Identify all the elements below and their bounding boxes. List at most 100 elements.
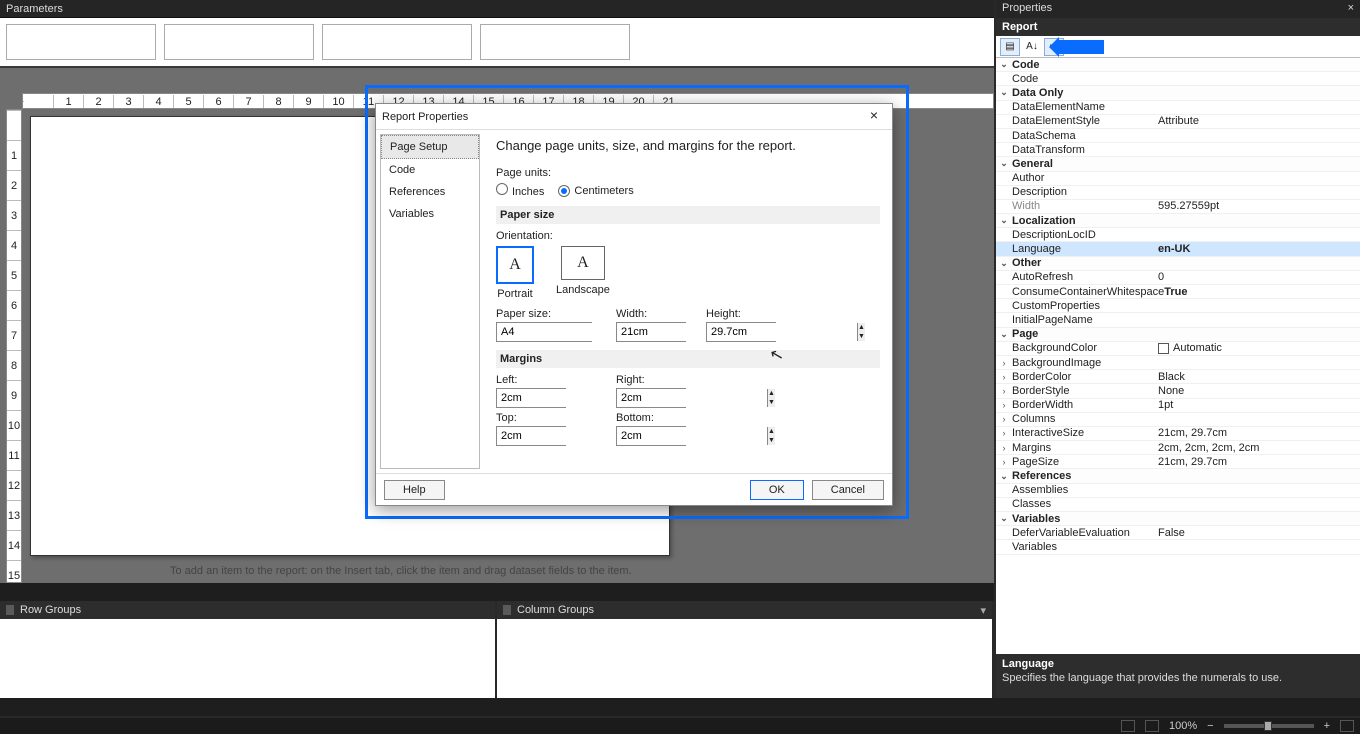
margin-right-input[interactable]	[617, 389, 767, 407]
width-spinner[interactable]: ▲▼	[616, 322, 686, 342]
spin-up-icon[interactable]: ▲	[858, 323, 865, 332]
status-icon[interactable]	[1121, 720, 1135, 732]
expand-icon[interactable]: ⌄	[998, 87, 1010, 98]
ok-button[interactable]: OK	[750, 480, 804, 500]
property-value[interactable]: None	[1158, 385, 1360, 397]
close-icon[interactable]: ×	[1348, 2, 1354, 16]
property-category[interactable]: ⌄References	[996, 469, 1360, 483]
property-category[interactable]: ⌄Other	[996, 257, 1360, 271]
property-row[interactable]: AutoRefresh0	[996, 271, 1360, 285]
margin-bottom-spinner[interactable]: ▲▼	[616, 426, 686, 446]
parameter-cell[interactable]	[480, 24, 630, 60]
property-row[interactable]: DescriptionLocID	[996, 228, 1360, 242]
height-spinner[interactable]: ▲▼	[706, 322, 776, 342]
margin-right-spinner[interactable]: ▲▼	[616, 388, 686, 408]
property-row[interactable]: ›BorderColorBlack	[996, 370, 1360, 384]
radio-inches[interactable]: Inches	[496, 183, 544, 198]
property-value[interactable]: True	[1164, 286, 1360, 298]
expand-icon[interactable]: ›	[998, 443, 1010, 453]
property-row[interactable]: Variables	[996, 540, 1360, 554]
expand-icon[interactable]: ⌄	[998, 215, 1010, 226]
parameter-cell[interactable]	[322, 24, 472, 60]
property-row[interactable]: Classes	[996, 498, 1360, 512]
property-value[interactable]: 0	[1158, 271, 1360, 283]
margin-top-spinner[interactable]: ▲▼	[496, 426, 566, 446]
property-row[interactable]: InitialPageName	[996, 313, 1360, 327]
zoom-out-button[interactable]: −	[1207, 720, 1213, 732]
expand-icon[interactable]: ⌄	[998, 471, 1010, 482]
property-value[interactable]: 2cm, 2cm, 2cm, 2cm	[1158, 442, 1360, 454]
expand-icon[interactable]: ⌄	[998, 258, 1010, 269]
nav-variables[interactable]: Variables	[381, 203, 479, 225]
property-value[interactable]: False	[1158, 527, 1360, 539]
zoom-in-button[interactable]: +	[1324, 720, 1330, 732]
status-icon[interactable]	[1145, 720, 1159, 732]
expand-icon[interactable]: ›	[998, 372, 1010, 382]
expand-icon[interactable]: ›	[998, 358, 1010, 368]
property-value[interactable]: Attribute	[1158, 115, 1360, 127]
property-row[interactable]: Languageen-UK	[996, 242, 1360, 256]
radio-centimeters[interactable]: Centimeters	[558, 185, 633, 197]
height-input[interactable]	[707, 323, 857, 341]
property-value[interactable]: Automatic	[1158, 342, 1360, 354]
properties-grid[interactable]: ⌄CodeCode⌄Data OnlyDataElementNameDataEl…	[996, 58, 1360, 654]
paper-size-combo[interactable]: ▾	[496, 322, 592, 342]
property-row[interactable]: ConsumeContainerWhitespaceTrue	[996, 285, 1360, 299]
property-value[interactable]: Black	[1158, 371, 1360, 383]
margin-bottom-input[interactable]	[617, 427, 767, 445]
alphabetical-icon[interactable]: A↓	[1022, 38, 1042, 56]
expand-icon[interactable]: ›	[998, 386, 1010, 396]
expand-icon[interactable]: ›	[998, 414, 1010, 424]
property-value[interactable]: 21cm, 29.7cm	[1158, 456, 1360, 468]
property-row[interactable]: DataSchema	[996, 129, 1360, 143]
nav-code[interactable]: Code	[381, 159, 479, 181]
cancel-button[interactable]: Cancel	[812, 480, 884, 500]
property-row[interactable]: ›BorderWidth1pt	[996, 399, 1360, 413]
expand-icon[interactable]: ›	[998, 400, 1010, 410]
property-row[interactable]: ›InteractiveSize21cm, 29.7cm	[996, 427, 1360, 441]
column-groups-pane[interactable]: Column Groups▾	[497, 601, 994, 698]
help-button[interactable]: Help	[384, 480, 445, 500]
row-groups-pane[interactable]: Row Groups	[0, 601, 497, 698]
property-row[interactable]: DeferVariableEvaluationFalse	[996, 526, 1360, 540]
properties-header[interactable]: Properties ×	[996, 0, 1360, 18]
property-row[interactable]: DataTransform	[996, 143, 1360, 157]
property-row[interactable]: DataElementName	[996, 101, 1360, 115]
expand-icon[interactable]: ⌄	[998, 59, 1010, 70]
orientation-landscape[interactable]: A Landscape	[556, 246, 610, 300]
property-row[interactable]: Author	[996, 172, 1360, 186]
property-category[interactable]: ⌄Page	[996, 328, 1360, 342]
margin-left-spinner[interactable]: ▲▼	[496, 388, 566, 408]
close-icon[interactable]: ×	[862, 107, 886, 127]
zoom-slider[interactable]	[1224, 724, 1314, 728]
property-category[interactable]: ⌄Code	[996, 58, 1360, 72]
property-row[interactable]: DataElementStyleAttribute	[996, 115, 1360, 129]
property-row[interactable]: ›Margins2cm, 2cm, 2cm, 2cm	[996, 441, 1360, 455]
property-row[interactable]: ›Columns	[996, 413, 1360, 427]
orientation-portrait[interactable]: A Portrait	[496, 246, 534, 300]
property-category[interactable]: ⌄Localization	[996, 214, 1360, 228]
parameter-cell[interactable]	[164, 24, 314, 60]
slider-thumb[interactable]	[1264, 721, 1272, 731]
property-row[interactable]: BackgroundColorAutomatic	[996, 342, 1360, 356]
property-value[interactable]: 1pt	[1158, 399, 1360, 411]
property-category[interactable]: ⌄Data Only	[996, 86, 1360, 100]
nav-references[interactable]: References	[381, 181, 479, 203]
expand-icon[interactable]: ⌄	[998, 513, 1010, 524]
property-row[interactable]: ›PageSize21cm, 29.7cm	[996, 455, 1360, 469]
properties-object[interactable]: Report	[996, 18, 1360, 36]
status-icon[interactable]	[1340, 720, 1354, 732]
property-row[interactable]: ›BorderStyleNone	[996, 384, 1360, 398]
expand-icon[interactable]: ›	[998, 457, 1010, 467]
expand-icon[interactable]: ⌄	[998, 158, 1010, 169]
dialog-titlebar[interactable]: Report Properties ×	[376, 104, 892, 130]
property-row[interactable]: CustomProperties	[996, 299, 1360, 313]
property-row[interactable]: Code	[996, 72, 1360, 86]
spin-down-icon[interactable]: ▼	[858, 332, 865, 341]
nav-page-setup[interactable]: Page Setup	[381, 135, 479, 159]
parameter-cell[interactable]	[6, 24, 156, 60]
property-category[interactable]: ⌄Variables	[996, 512, 1360, 526]
expand-icon[interactable]: ⌄	[998, 329, 1010, 340]
parameters-panel-header[interactable]: Parameters	[0, 0, 994, 18]
property-value[interactable]: 21cm, 29.7cm	[1158, 427, 1360, 439]
